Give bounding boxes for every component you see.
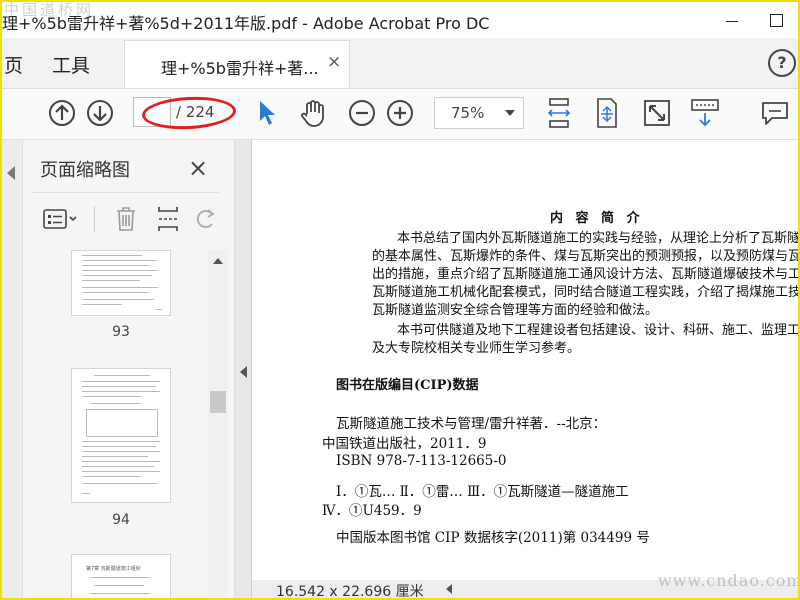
expand-icon [644,100,670,126]
hand-icon [301,100,324,127]
thumbnail-page-number: 94 [112,512,130,528]
document-tab-label: 理+%5b雷升祥+著... [161,59,319,78]
collapse-arrow-icon[interactable] [240,366,247,378]
doc-paragraph-line: 出的措施，重点介绍了瓦斯隧道施工通风设计方法、瓦斯隧道爆破技术与工艺 [372,267,798,282]
rotate-page-button[interactable] [192,204,220,234]
select-tool-button[interactable] [252,97,280,129]
zoom-select[interactable]: 75% [434,97,524,129]
watermark-bottom: www.cndao.com [658,571,800,590]
toolbar-separator [94,206,95,232]
page-total: / 224 [176,103,215,121]
fit-page-icon [547,98,571,128]
chevron-down-icon [505,110,515,116]
thumbnail-page[interactable] [71,368,171,503]
zoom-out-icon [349,100,375,126]
help-button[interactable]: ? [768,49,796,77]
nav-strip [2,140,23,598]
thumbnail-heading: 第7章 瓦斯隧道施工组织 [86,566,141,572]
list-options-icon [43,209,77,229]
doc-paragraph-line: 本书可供隧道及地下工程建设者包括建设、设计、科研、施工、监理工作者 [397,323,798,338]
arrow-down-circle-icon [87,100,113,126]
cursor-arrow-icon [260,101,275,125]
rotate-icon [196,209,215,228]
thumbnail-page[interactable]: 第7章 瓦斯隧道施工组织 [71,554,171,598]
fit-page-button[interactable] [542,95,576,131]
cip-line: 瓦斯隧道施工技术与管理/雷升祥著．--北京： [336,416,607,432]
zoom-value: 75% [451,104,485,122]
maximize-icon [769,13,783,27]
cip-line: 中国版本图书馆 CIP 数据核字(2011)第 034499 号 [336,530,650,546]
cip-line: Ⅰ．①瓦… Ⅱ．①雷… Ⅲ．①瓦斯隧道—隧道施工 [336,484,629,500]
previous-page-button[interactable] [46,97,78,129]
doc-paragraph-line: 瓦斯隧道监测安全综合管理等方面的经验和做法。 [372,303,659,318]
scroll-up-icon[interactable] [213,258,223,264]
zoom-in-button[interactable] [384,97,416,129]
home-tab[interactable]: 页 [4,51,23,78]
page-scroll-icon [597,98,617,128]
thumbnails-panel: 页面缩略图 × 93 94 第7章 瓦斯隧道施工组织 [2,140,234,598]
options-menu-button[interactable] [40,204,80,234]
rotate-view-button[interactable] [590,95,624,131]
scrollbar-thumb[interactable] [210,391,226,413]
toolbar: / 224 75% [2,89,798,140]
thumbnail-tools [32,200,222,238]
thumbnail-page-number: 93 [112,324,130,340]
trash-icon [117,207,135,231]
minimize-icon [726,20,738,22]
cip-line: ISBN 978-7-113-12665-0 [336,453,507,469]
hand-tool-button[interactable] [296,97,330,129]
comment-button[interactable] [758,97,792,129]
close-tab-icon[interactable]: × [327,52,341,72]
page-number-input[interactable] [133,97,171,127]
close-panel-icon[interactable]: × [188,154,208,182]
doc-paragraph-line: 本书总结了国内外瓦斯隧道施工的实践与经验，从理论上分析了瓦斯隧道 [397,231,798,246]
zoom-in-icon [387,100,413,126]
maximize-button[interactable] [754,2,798,38]
divider [32,192,219,193]
arrow-up-circle-icon [49,100,75,126]
thumbnail-page[interactable] [71,250,171,316]
tools-tab[interactable]: 工具 [52,51,90,78]
page-insert-icon [158,207,178,231]
doc-paragraph-line: 瓦斯隧道施工机械化配套模式，同时结合隧道工程实践，介绍了揭煤施工技术 [372,285,798,300]
panel-title: 页面缩略图 [40,160,130,181]
doc-paragraph-line: 及大专院校相关专业师生学习参考。 [372,341,581,356]
next-page-button[interactable] [84,97,116,129]
app-frame: 理+%5b雷升祥+著%5d+2011年版.pdf - Adobe Acrobat… [0,0,800,600]
keyboard-scroll-icon [691,99,719,127]
menu-bar: 页 工具 理+%5b雷升祥+著... × ? [2,38,798,89]
document-view[interactable]: 内 容 简 介 本书总结了国内外瓦斯隧道施工的实践与经验，从理论上分析了瓦斯隧道… [252,140,798,598]
thumbnail-list: 93 94 第7章 瓦斯隧道施工组织 [24,250,208,598]
read-mode-button[interactable] [688,95,722,131]
doc-paragraph-line: 的基本属性、瓦斯爆炸的条件、煤与瓦斯突出的预测预报，以及预防煤与瓦斯突 [372,249,798,264]
insert-page-button[interactable] [154,204,182,234]
full-screen-button[interactable] [640,95,674,131]
zoom-out-button[interactable] [346,97,378,129]
document-tab[interactable]: 理+%5b雷升祥+著... × [124,40,350,88]
doc-heading: 内 容 简 介 [550,211,644,226]
panel-splitter[interactable] [234,140,252,598]
comment-bubble-icon [762,102,788,125]
thumbnail-scrollbar[interactable] [208,250,228,598]
cip-title: 图书在版编目(CIP)数据 [336,378,479,393]
delete-page-button[interactable] [112,204,140,234]
cip-line: 中国铁道出版社，2011．9 [322,436,487,452]
collapse-panel-icon[interactable] [7,166,15,180]
cip-line: Ⅳ．①U459．9 [322,503,422,519]
minimize-button[interactable] [710,2,754,38]
scroll-left-icon[interactable] [446,584,452,594]
page-dimensions: 16.542 x 22.696 厘米 [276,584,424,600]
watermark-top: 中国道桥网 [4,1,95,19]
title-bar: 理+%5b雷升祥+著%5d+2011年版.pdf - Adobe Acrobat… [2,2,798,38]
